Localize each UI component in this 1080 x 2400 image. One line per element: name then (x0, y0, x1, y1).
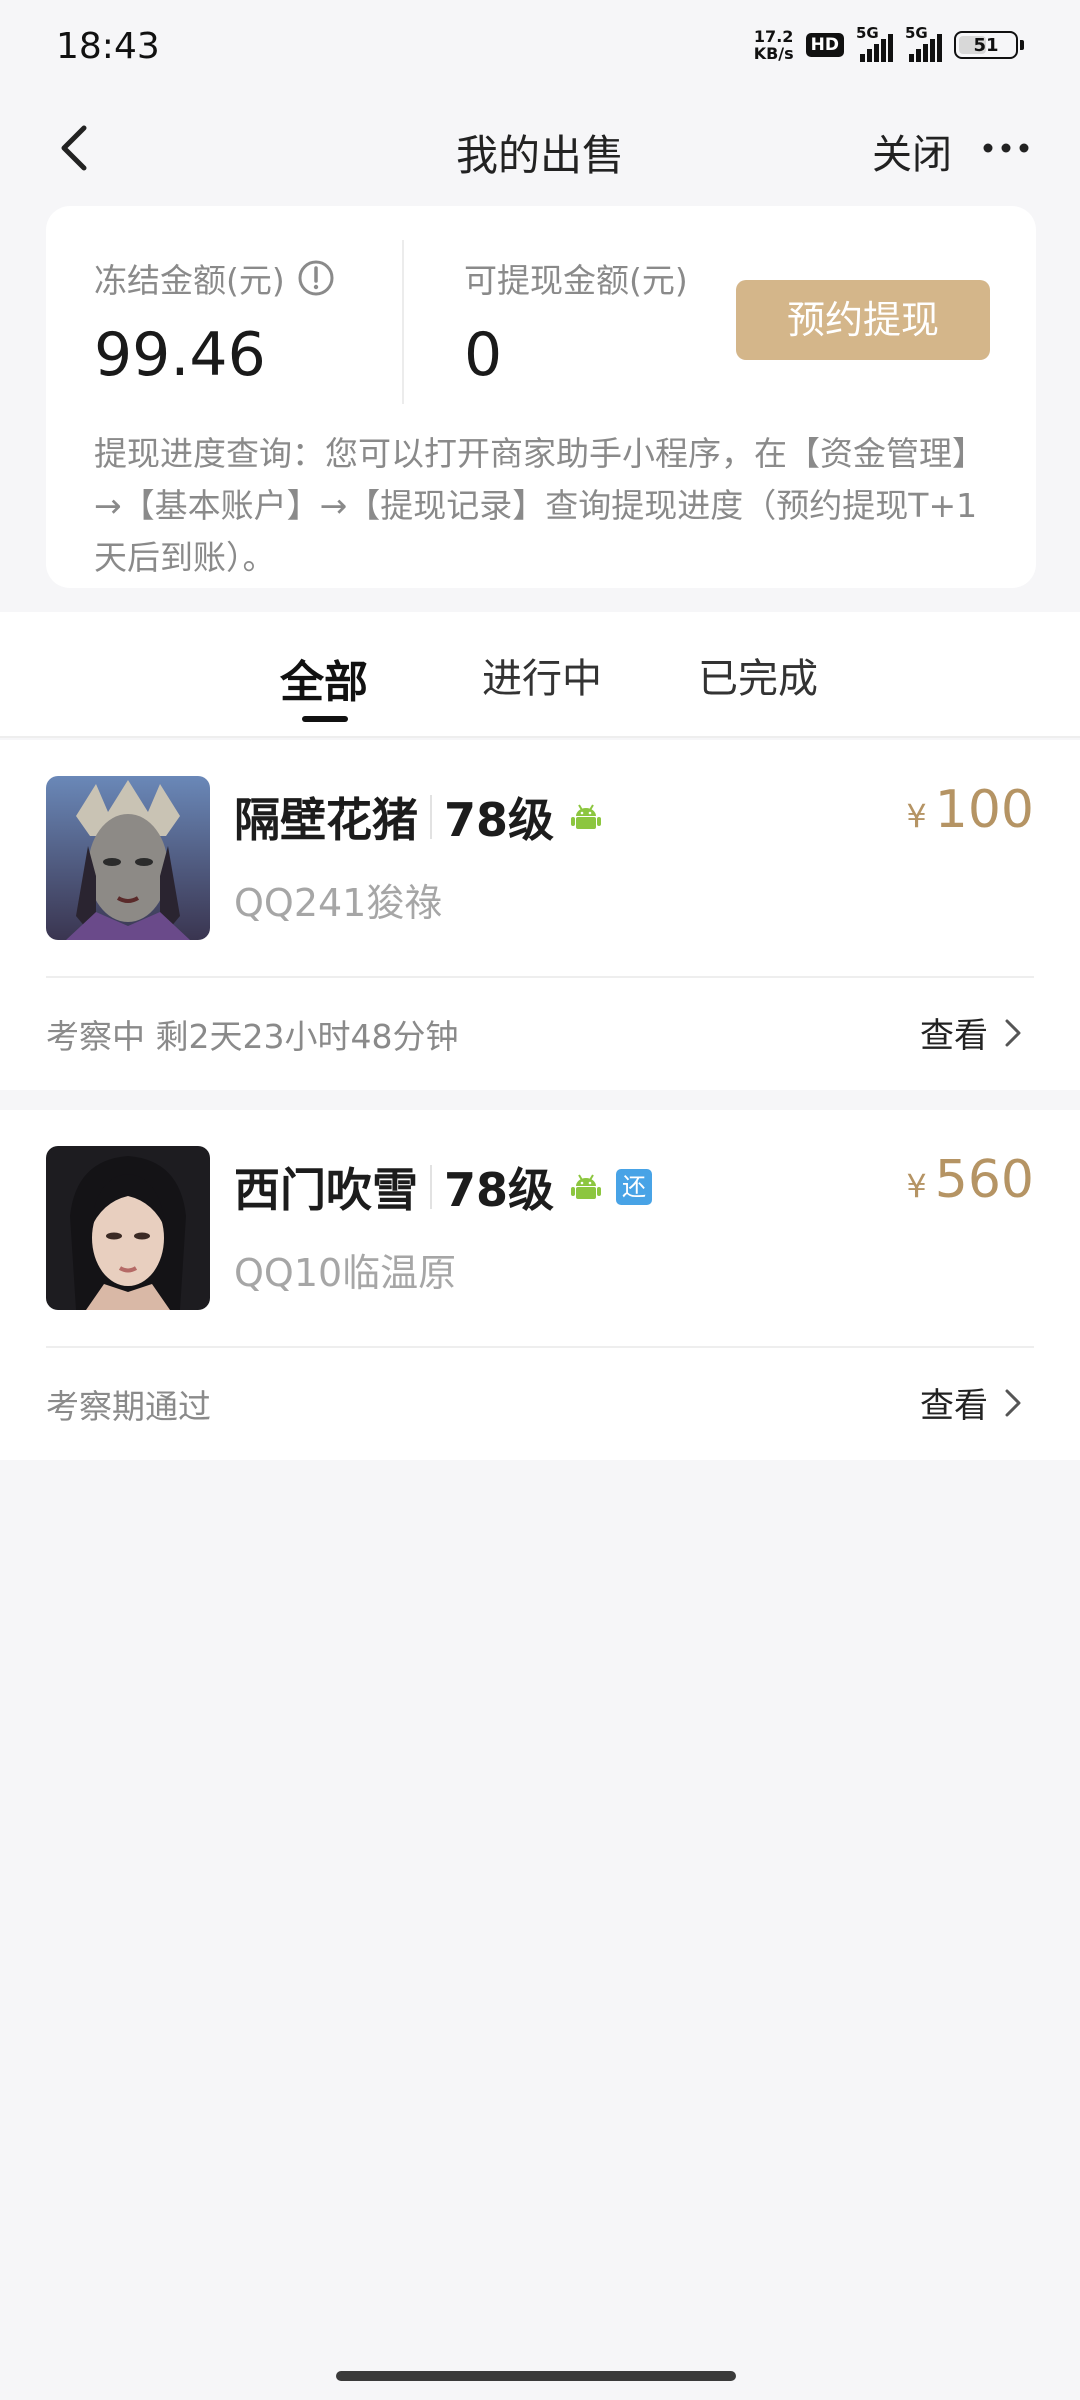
character-avatar (46, 1146, 210, 1310)
status-time: 18:43 (56, 26, 160, 67)
balance-card: 冻结金额(元) 99.46 可提现金额(元) 0 预约提现 提现进度查询：您可以… (46, 206, 1036, 588)
order-card[interactable]: 隔壁花猪 78级 QQ241狻祿 ¥ 100 考察中 剩2天23小时48分钟 查… (0, 740, 1080, 1090)
frozen-amount-label-row: 冻结金额(元) (94, 254, 335, 302)
view-order-label: 查看 (920, 1016, 988, 1056)
tab-in-progress[interactable]: 进行中 (482, 646, 602, 704)
tab-all[interactable]: 全部 (280, 646, 368, 710)
network-speed: 17.2 KB/s (754, 28, 794, 62)
order-price: ¥ 100 (906, 780, 1034, 840)
more-icon[interactable] (980, 126, 1032, 170)
frozen-amount-label: 冻结金额(元) (94, 261, 285, 300)
order-status: 考察中 剩2天23小时48分钟 (46, 1017, 459, 1056)
signal-icon: 5G (905, 24, 942, 62)
battery-tip (1020, 40, 1024, 50)
active-tab-indicator (302, 716, 348, 722)
battery-percent: 51 (973, 34, 999, 56)
character-level: 78级 (444, 793, 555, 847)
chevron-right-icon (1005, 1019, 1021, 1046)
character-level: 78级 (444, 1163, 555, 1217)
signal-icon: 5G (856, 24, 893, 62)
price-value: 100 (934, 780, 1034, 840)
order-status: 考察期通过 (46, 1387, 211, 1426)
network-speed-unit: KB/s (753, 44, 794, 63)
frozen-amount-section: 冻结金额(元) 99.46 (94, 254, 335, 390)
view-order-button[interactable]: 查看 (920, 1378, 1024, 1427)
schedule-withdraw-button[interactable]: 预约提现 (736, 280, 990, 360)
order-divider (46, 976, 1034, 978)
page: 18:43 17.2 KB/s HD 5G 5G 51 我的出售 关闭 冻结金额… (0, 0, 1080, 2400)
network-speed-value: 17.2 (753, 27, 794, 46)
withdrawable-amount-label: 可提现金额(元) (464, 261, 688, 300)
withdrawable-amount-section: 可提现金额(元) 0 (464, 254, 688, 390)
home-indicator[interactable] (336, 2371, 736, 2381)
server-name: QQ241狻祿 (234, 881, 443, 925)
battery-icon: 51 (954, 31, 1018, 59)
order-tabs: 全部 进行中 已完成 (0, 612, 1080, 738)
android-icon (571, 1174, 602, 1199)
frozen-amount-value: 99.46 (94, 320, 266, 390)
signal-label: 5G (905, 24, 928, 42)
server-name: QQ10临温原 (234, 1251, 457, 1295)
currency-symbol: ¥ (906, 797, 927, 835)
order-card[interactable]: 西门吹雪 78级 还 QQ10临温原 ¥ 560 考察期通过 查看 (0, 1110, 1080, 1460)
price-value: 560 (934, 1150, 1034, 1210)
tab-completed[interactable]: 已完成 (698, 646, 818, 704)
order-title-row: 西门吹雪 78级 还 (234, 1154, 653, 1220)
name-separator (430, 1165, 432, 1209)
status-bar: 18:43 17.2 KB/s HD 5G 5G 51 (0, 0, 1080, 96)
name-separator (430, 795, 432, 839)
view-order-label: 查看 (920, 1386, 988, 1426)
order-divider (46, 1346, 1034, 1348)
order-price: ¥ 560 (906, 1150, 1034, 1210)
android-icon (571, 804, 602, 829)
view-order-button[interactable]: 查看 (920, 1008, 1024, 1057)
character-name: 西门吹雪 (234, 1163, 418, 1217)
chevron-right-icon (1005, 1389, 1021, 1416)
signal-label: 5G (856, 24, 879, 42)
character-avatar (46, 776, 210, 940)
withdraw-progress-note: 提现进度查询：您可以打开商家助手小程序，在【资金管理】→【基本账户】→【提现记录… (94, 434, 985, 577)
order-title-row: 隔壁花猪 78级 (234, 784, 602, 850)
currency-symbol: ¥ (906, 1167, 927, 1205)
nav-bar: 我的出售 关闭 (0, 96, 1080, 200)
character-name: 隔壁花猪 (234, 793, 418, 847)
return-badge: 还 (616, 1169, 653, 1205)
info-icon[interactable] (297, 259, 335, 297)
card-divider (402, 240, 404, 404)
hd-icon: HD (805, 33, 844, 57)
withdrawable-amount-value: 0 (464, 320, 503, 390)
close-button[interactable]: 关闭 (872, 122, 952, 180)
status-indicators: 17.2 KB/s HD 5G 5G 51 (754, 24, 1024, 62)
